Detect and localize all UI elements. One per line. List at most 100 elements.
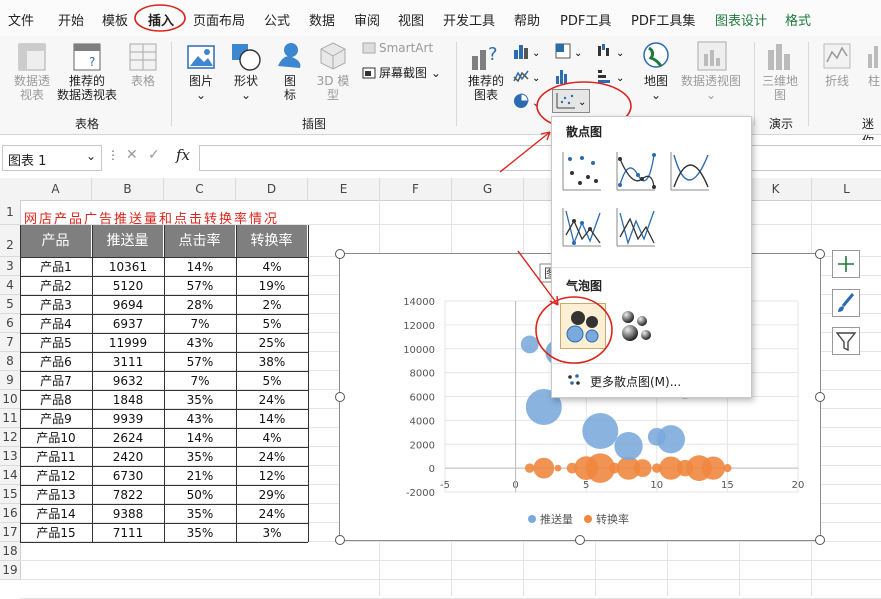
table-cell[interactable]: 2420 (92, 448, 164, 467)
bubble-conv-9[interactable] (633, 459, 652, 478)
table-cell[interactable]: 产品6 (20, 353, 92, 372)
row-header[interactable]: 11 (0, 409, 21, 428)
column-header[interactable]: B (92, 178, 164, 201)
table-cell[interactable]: 28% (164, 296, 236, 315)
column-header[interactable]: D (236, 178, 308, 201)
maps-button[interactable]: 地图 ⌄ (640, 74, 672, 102)
column-header[interactable]: G (452, 178, 524, 201)
menu-tab-8[interactable]: 视图 (398, 10, 424, 29)
menu-tab-9[interactable]: 开发工具 (443, 10, 495, 29)
table-cell[interactable]: 5% (236, 372, 308, 391)
table-cell[interactable]: 产品1 (20, 258, 92, 277)
bubble-conv-14[interactable] (701, 456, 725, 480)
table-cell[interactable]: 产品15 (20, 524, 92, 543)
sparkline-line-button[interactable]: 折线 (825, 74, 849, 88)
pivot-chart-button[interactable]: 数据透视图 ⌄ (680, 74, 742, 102)
table-cell[interactable]: 35% (164, 505, 236, 524)
pictures-button[interactable]: 图片 ⌄ (186, 74, 216, 102)
icons-button[interactable]: 图 标 (280, 74, 300, 102)
table-cell[interactable]: 43% (164, 334, 236, 353)
table-cell[interactable]: 14% (164, 258, 236, 277)
row-header[interactable]: 17 (0, 523, 21, 542)
row-header[interactable]: 10 (0, 390, 21, 409)
table-cell[interactable]: 11999 (92, 334, 164, 353)
scatter-straight-lines-markers-option[interactable] (560, 205, 604, 249)
table-cell[interactable]: 产品8 (20, 391, 92, 410)
menu-tab-4[interactable]: 页面布局 (193, 10, 245, 29)
table-header-cell[interactable]: 推送量 (92, 225, 164, 257)
table-cell[interactable]: 5120 (92, 277, 164, 296)
table-cell[interactable]: 57% (164, 277, 236, 296)
table-cell[interactable]: 9388 (92, 505, 164, 524)
recommended-charts-button[interactable]: 推荐的 图表 (466, 74, 506, 102)
resize-handle[interactable] (335, 392, 345, 402)
table-cell[interactable]: 产品10 (20, 429, 92, 448)
row-header[interactable]: 5 (0, 295, 21, 314)
row-header[interactable]: 19 (0, 561, 21, 580)
table-button[interactable]: 表格 (126, 74, 160, 88)
row-header[interactable]: 16 (0, 504, 21, 523)
table-cell[interactable]: 10361 (92, 258, 164, 277)
menu-tab-12[interactable]: PDF工具集 (631, 10, 695, 29)
legend-label[interactable]: 转换率 (596, 512, 629, 526)
row-header[interactable]: 1 (0, 200, 21, 225)
legend-label[interactable]: 推送量 (540, 512, 573, 526)
menu-tab-14[interactable]: 格式 (785, 10, 811, 29)
table-cell[interactable]: 产品3 (20, 296, 92, 315)
enter-icon[interactable]: ✓ (148, 147, 160, 163)
row-header[interactable]: 3 (0, 257, 21, 276)
bubble-conv-1[interactable] (524, 463, 535, 473)
table-cell[interactable]: 产品7 (20, 372, 92, 391)
table-cell[interactable]: 35% (164, 391, 236, 410)
table-cell[interactable]: 21% (164, 467, 236, 486)
table-cell[interactable]: 产品14 (20, 505, 92, 524)
insert-function-icon[interactable]: fx (176, 146, 190, 164)
select-all-corner[interactable] (0, 178, 21, 201)
table-cell[interactable]: 38% (236, 353, 308, 372)
menu-tab-10[interactable]: 帮助 (514, 10, 540, 29)
table-cell[interactable]: 1848 (92, 391, 164, 410)
chart-elements-button[interactable] (832, 250, 860, 278)
3d-bubble-option[interactable] (614, 303, 658, 347)
table-cell[interactable]: 产品13 (20, 486, 92, 505)
row-header[interactable]: 4 (0, 276, 21, 295)
resize-handle[interactable] (575, 535, 585, 545)
table-cell[interactable]: 4% (236, 429, 308, 448)
bubble-push-11[interactable] (656, 425, 686, 454)
scatter-straight-lines-option[interactable] (614, 205, 658, 249)
table-cell[interactable]: 29% (236, 486, 308, 505)
table-cell[interactable]: 7% (164, 315, 236, 334)
resize-handle[interactable] (335, 249, 345, 259)
menu-tab-11[interactable]: PDF工具 (560, 10, 611, 29)
row-header[interactable]: 18 (0, 542, 21, 561)
table-cell[interactable]: 9632 (92, 372, 164, 391)
chart-filters-button[interactable] (832, 327, 860, 355)
table-cell[interactable]: 7% (164, 372, 236, 391)
table-cell[interactable]: 24% (236, 505, 308, 524)
table-cell[interactable]: 产品11 (20, 448, 92, 467)
table-cell[interactable]: 35% (164, 448, 236, 467)
table-header-cell[interactable]: 转换率 (236, 225, 308, 257)
table-cell[interactable]: 2% (236, 296, 308, 315)
table-cell[interactable]: 14% (236, 410, 308, 429)
name-box[interactable]: 图表 1 ⌄ (2, 145, 102, 171)
resize-handle[interactable] (815, 249, 825, 259)
table-cell[interactable]: 9939 (92, 410, 164, 429)
chart-styles-button[interactable] (832, 289, 860, 317)
table-cell[interactable]: 5% (236, 315, 308, 334)
row-header[interactable]: 13 (0, 447, 21, 466)
column-header[interactable]: E (308, 178, 380, 201)
resize-handle[interactable] (335, 535, 345, 545)
table-cell[interactable]: 25% (236, 334, 308, 353)
table-cell[interactable]: 9694 (92, 296, 164, 315)
table-header-cell[interactable]: 产品 (20, 225, 92, 257)
resize-handle[interactable] (815, 535, 825, 545)
menu-tab-5[interactable]: 公式 (264, 10, 290, 29)
scatter-smooth-lines-markers-option[interactable] (614, 149, 658, 193)
bubble-conv-3[interactable] (554, 464, 562, 472)
row-header[interactable]: 2 (0, 225, 21, 257)
row-header[interactable]: 15 (0, 485, 21, 504)
bubble-conv-2[interactable] (533, 457, 555, 479)
more-scatter-charts-link[interactable]: 更多散点图(M)... (590, 373, 681, 390)
shapes-button[interactable]: 形状 ⌄ (228, 74, 264, 102)
